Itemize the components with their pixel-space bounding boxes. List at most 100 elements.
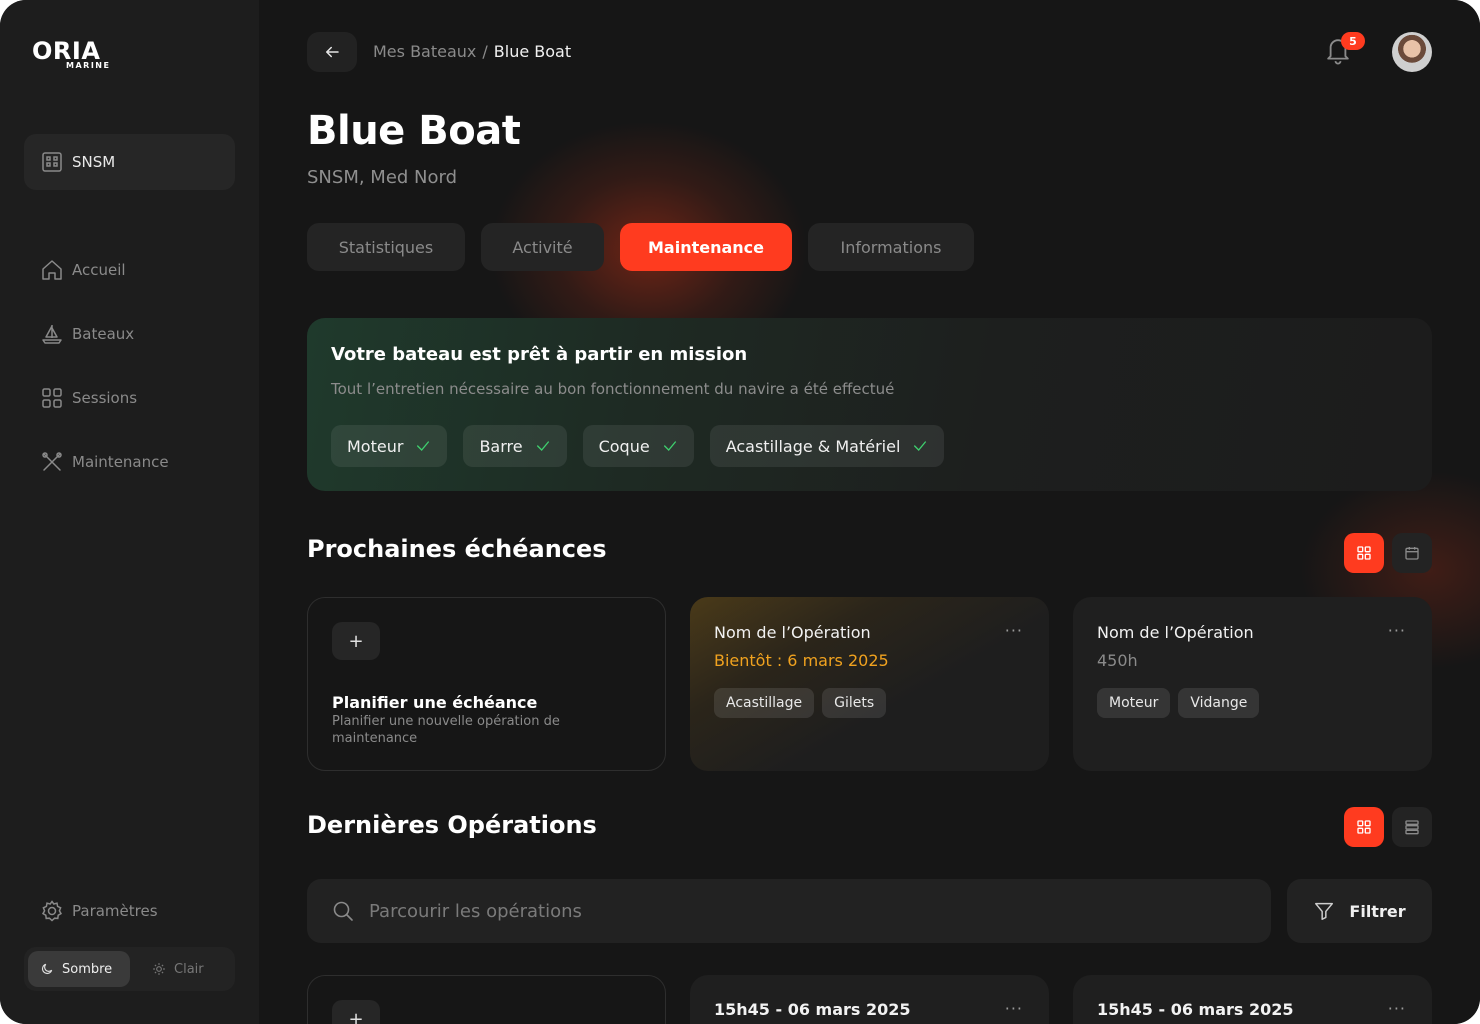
add-deadline-button[interactable]: + bbox=[332, 622, 380, 660]
sidebar-item-settings[interactable]: Paramètres bbox=[40, 897, 158, 925]
boat-icon bbox=[40, 322, 64, 346]
grid-icon bbox=[1356, 545, 1372, 561]
building-icon bbox=[40, 150, 64, 174]
theme-dark-option[interactable]: Sombre bbox=[28, 951, 130, 987]
filter-label: Filtrer bbox=[1349, 901, 1406, 921]
chip-label: Moteur bbox=[347, 436, 404, 456]
chip-label: Acastillage & Matériel bbox=[725, 436, 901, 456]
main-content: Mes Bateaux / Blue Boat 5 Blue Boat SNSM… bbox=[259, 0, 1480, 1024]
operation-name: Nom de l’Opération bbox=[1097, 623, 1254, 642]
status-chip-barre: Barre bbox=[463, 425, 567, 467]
operation-tags: Moteur Vidange bbox=[1097, 688, 1260, 718]
grid-icon bbox=[1356, 819, 1372, 835]
operation-datetime: 15h45 - 06 mars 2025 bbox=[1097, 1000, 1294, 1019]
brand-sub: MARINE bbox=[66, 61, 111, 70]
theme-dark-label: Sombre bbox=[62, 961, 113, 977]
notification-badge: 5 bbox=[1341, 32, 1365, 50]
operation-due-date: Bientôt : 6 mars 2025 bbox=[714, 651, 889, 670]
chip-label: Barre bbox=[479, 436, 523, 456]
sidebar-item-label: Accueil bbox=[72, 261, 126, 279]
plan-deadline-card[interactable]: + Planifier une échéance Planifier une n… bbox=[307, 597, 666, 771]
grid-view-button[interactable] bbox=[1344, 807, 1384, 847]
operation-tags: Acastillage Gilets bbox=[714, 688, 887, 718]
tab-maintenance[interactable]: Maintenance bbox=[620, 223, 792, 271]
theme-toggle: Sombre Clair bbox=[24, 947, 235, 991]
tab-statistiques[interactable]: Statistiques bbox=[307, 223, 465, 271]
settings-label: Paramètres bbox=[72, 902, 158, 920]
operation-card[interactable]: 15h45 - 06 mars 2025 ··· bbox=[1073, 975, 1432, 1024]
breadcrumb-parent-link[interactable]: Mes Bateaux bbox=[373, 42, 476, 61]
moon-icon bbox=[40, 962, 54, 976]
readiness-description: Tout l’entretien nécessaire au bon fonct… bbox=[331, 380, 895, 398]
latest-section-title: Dernières Opérations bbox=[307, 811, 597, 839]
sidebar: ORIA MARINE SNSM Accueil Bateaux Session… bbox=[0, 0, 259, 1024]
status-chip-moteur: Moteur bbox=[331, 425, 448, 467]
more-options-button[interactable]: ··· bbox=[1005, 621, 1023, 640]
operation-name: Nom de l’Opération bbox=[714, 623, 871, 642]
tag: Gilets bbox=[822, 688, 887, 718]
chip-label: Coque bbox=[598, 436, 650, 456]
theme-light-option[interactable]: Clair bbox=[148, 951, 204, 987]
check-icon bbox=[535, 438, 551, 454]
operations-search bbox=[307, 879, 1271, 943]
deadline-card[interactable]: Nom de l’Opération ··· 450h Moteur Vidan… bbox=[1073, 597, 1432, 771]
operation-datetime: 15h45 - 06 mars 2025 bbox=[714, 1000, 911, 1019]
arrow-left-icon bbox=[323, 43, 341, 61]
tab-informations[interactable]: Informations bbox=[808, 223, 974, 271]
sidebar-item-sessions[interactable]: Sessions bbox=[40, 384, 137, 412]
operation-hours: 450h bbox=[1097, 651, 1138, 670]
sidebar-item-label: Maintenance bbox=[72, 453, 169, 471]
home-icon bbox=[40, 258, 64, 282]
plan-deadline-title: Planifier une échéance bbox=[332, 693, 538, 712]
more-options-button[interactable]: ··· bbox=[1388, 999, 1406, 1018]
check-icon bbox=[912, 438, 928, 454]
list-view-button[interactable] bbox=[1392, 807, 1432, 847]
sidebar-item-maintenance[interactable]: Maintenance bbox=[40, 448, 169, 476]
deadline-card[interactable]: Nom de l’Opération ··· Bientôt : 6 mars … bbox=[690, 597, 1049, 771]
check-icon bbox=[415, 438, 431, 454]
sidebar-item-accueil[interactable]: Accueil bbox=[40, 256, 126, 284]
page-subtitle: SNSM, Med Nord bbox=[307, 167, 458, 188]
tag: Acastillage bbox=[714, 688, 815, 718]
upcoming-section-title: Prochaines échéances bbox=[307, 535, 607, 563]
readiness-card: Votre bateau est prêt à partir en missio… bbox=[307, 318, 1432, 491]
grid-view-button[interactable] bbox=[1344, 533, 1384, 573]
theme-light-label: Clair bbox=[174, 961, 204, 977]
search-input[interactable] bbox=[369, 900, 1169, 922]
sidebar-item-label: Bateaux bbox=[72, 325, 135, 343]
tag: Moteur bbox=[1097, 688, 1171, 718]
plan-deadline-description: Planifier une nouvelle opération de main… bbox=[332, 714, 560, 746]
calendar-view-button[interactable] bbox=[1392, 533, 1432, 573]
add-operation-button[interactable]: + bbox=[332, 1000, 380, 1024]
breadcrumb: Mes Bateaux / Blue Boat bbox=[373, 42, 571, 61]
sun-icon bbox=[152, 962, 166, 976]
more-options-button[interactable]: ··· bbox=[1388, 621, 1406, 640]
breadcrumb-separator: / bbox=[482, 42, 488, 61]
org-selector[interactable]: SNSM bbox=[24, 134, 235, 190]
page-title: Blue Boat bbox=[307, 108, 521, 154]
gear-icon bbox=[40, 899, 64, 923]
tab-bar: Statistiques Activité Maintenance Inform… bbox=[307, 223, 974, 271]
filter-icon bbox=[1313, 900, 1335, 922]
search-icon bbox=[331, 899, 355, 923]
more-options-button[interactable]: ··· bbox=[1005, 999, 1023, 1018]
tag: Vidange bbox=[1178, 688, 1260, 718]
sidebar-item-label: Sessions bbox=[72, 389, 138, 407]
breadcrumb-current: Blue Boat bbox=[493, 42, 572, 61]
org-name: SNSM bbox=[72, 153, 116, 171]
brand-logo[interactable]: ORIA MARINE bbox=[32, 38, 109, 70]
app-window: ORIA MARINE SNSM Accueil Bateaux Session… bbox=[0, 0, 1480, 1024]
operation-card[interactable]: 15h45 - 06 mars 2025 ··· bbox=[690, 975, 1049, 1024]
readiness-chips: Moteur Barre Coque Acastillage & Matérie… bbox=[331, 425, 945, 467]
back-button[interactable] bbox=[307, 32, 357, 72]
add-operation-card[interactable]: + bbox=[307, 975, 666, 1024]
check-icon bbox=[662, 438, 678, 454]
list-icon bbox=[1404, 819, 1420, 835]
tab-activite[interactable]: Activité bbox=[481, 223, 604, 271]
grid-icon bbox=[40, 386, 64, 410]
status-chip-coque: Coque bbox=[582, 425, 694, 467]
tools-icon bbox=[40, 450, 64, 474]
avatar[interactable] bbox=[1392, 32, 1432, 72]
filter-button[interactable]: Filtrer bbox=[1287, 879, 1432, 943]
sidebar-item-bateaux[interactable]: Bateaux bbox=[40, 320, 134, 348]
